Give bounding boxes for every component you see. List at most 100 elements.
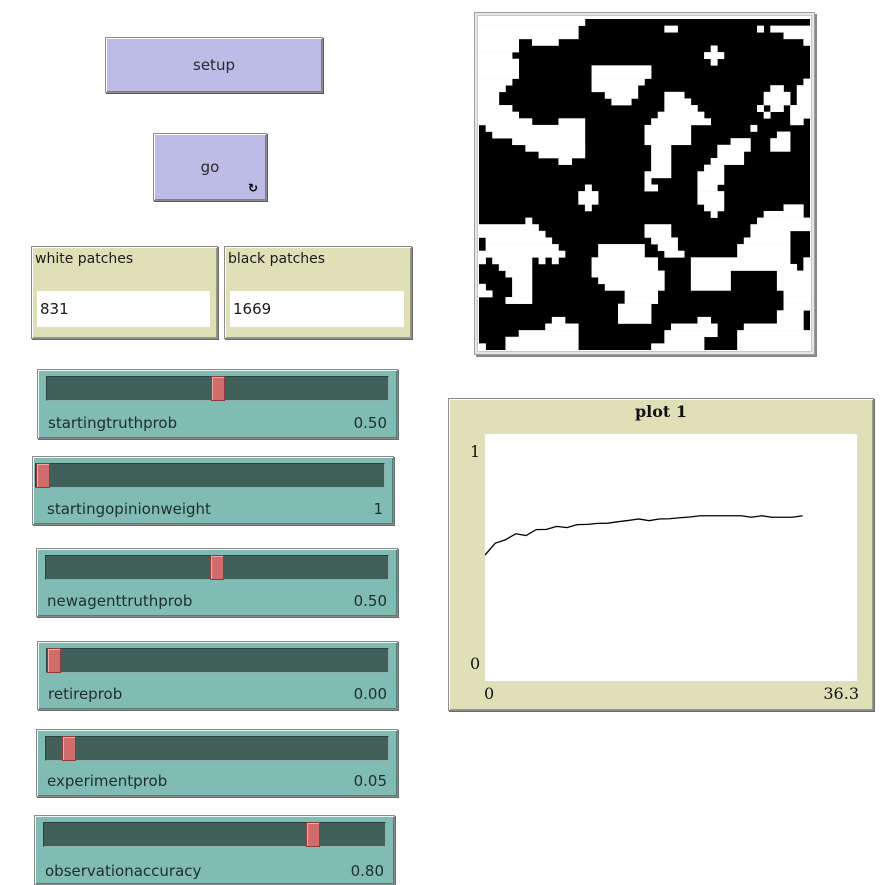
world-view[interactable] — [474, 12, 815, 355]
white-patch-run — [757, 105, 764, 112]
white-patch-run — [479, 284, 486, 291]
slider-newagenttruthprob[interactable]: newagenttruthprob 0.50 — [36, 548, 398, 617]
go-button[interactable]: go ↻ — [153, 133, 267, 201]
white-patch-run — [645, 231, 672, 238]
white-patch-run — [664, 337, 704, 344]
white-patch-run — [479, 231, 546, 238]
slider-track[interactable] — [46, 376, 389, 401]
white-patch-run — [539, 151, 586, 158]
slider-observationaccuracy[interactable]: observationaccuracy 0.80 — [34, 815, 395, 885]
slider-thumb[interactable] — [306, 822, 320, 847]
y-tick-min: 0 — [470, 654, 480, 673]
slider-thumb[interactable] — [210, 555, 224, 580]
white-patch-run — [479, 26, 579, 33]
slider-experimentprob[interactable]: experimentprob 0.05 — [36, 729, 398, 797]
slider-value: 0.50 — [354, 592, 387, 610]
monitor-white-patches: white patches 831 — [31, 246, 218, 339]
white-patch-run — [704, 204, 724, 211]
slider-label: observationaccuracy — [45, 862, 201, 880]
white-patch-run — [645, 72, 652, 79]
white-patch-run — [757, 218, 810, 225]
white-patch-run — [651, 165, 671, 172]
white-patch-run — [750, 125, 757, 132]
monitor-value: 831 — [37, 291, 210, 327]
slider-thumb[interactable] — [47, 648, 61, 673]
monitor-label: black patches — [228, 251, 325, 267]
white-patch-run — [737, 330, 810, 337]
white-patch-run — [651, 158, 671, 165]
white-patch-run — [711, 59, 718, 66]
white-patch-run — [803, 257, 810, 264]
white-patch-run — [764, 92, 791, 99]
slider-thumb[interactable] — [211, 376, 225, 401]
white-patch-run — [651, 343, 704, 350]
white-patch-run — [664, 98, 691, 105]
white-patch-run — [784, 297, 810, 304]
white-patch-run — [697, 198, 724, 205]
white-patch-run — [486, 244, 559, 251]
white-patch-run — [558, 118, 585, 125]
setup-button[interactable]: setup — [105, 37, 323, 93]
white-patch-run — [697, 185, 717, 192]
white-patch-run — [598, 277, 665, 284]
white-patch-run — [770, 26, 810, 33]
forever-loop-icon: ↻ — [248, 182, 258, 194]
white-patch-run — [645, 125, 692, 132]
white-patch-run — [539, 257, 546, 264]
white-patch-run — [744, 237, 791, 244]
white-patch-run — [645, 65, 652, 72]
white-patch-run — [664, 105, 697, 112]
slider-track[interactable] — [45, 555, 389, 580]
white-patch-run — [479, 59, 519, 66]
white-patch-run — [737, 337, 810, 344]
white-patch-run — [611, 98, 631, 105]
white-patch-run — [479, 32, 579, 39]
white-patch-run — [578, 198, 598, 205]
white-patch-run — [479, 98, 499, 105]
white-patch-run — [691, 257, 791, 264]
white-patch-run — [505, 343, 578, 350]
slider-label: retireprob — [48, 685, 122, 703]
white-patch-run — [757, 26, 764, 33]
white-patch-run — [704, 52, 724, 59]
white-patch-run — [750, 224, 810, 231]
slider-track[interactable] — [35, 463, 385, 488]
white-patch-run — [558, 158, 572, 165]
white-patch-run — [512, 277, 532, 284]
white-patch-run — [592, 85, 639, 92]
slider-label: startingopinionweight — [47, 500, 211, 518]
white-patch-run — [737, 343, 810, 350]
slider-track[interactable] — [45, 736, 389, 761]
white-patch-run — [711, 45, 718, 52]
y-tick-max: 1 — [470, 442, 480, 461]
white-patch-run — [651, 118, 711, 125]
white-patch-run — [691, 264, 797, 271]
white-patch-run — [578, 191, 598, 198]
slider-retireprob[interactable]: retireprob 0.00 — [37, 641, 398, 710]
white-patch-run — [697, 171, 724, 178]
white-patch-run — [605, 92, 638, 99]
slider-thumb[interactable] — [62, 736, 76, 761]
white-patch-run — [645, 178, 652, 185]
slider-startingopinionweight[interactable]: startingopinionweight 1 — [32, 456, 394, 525]
white-patch-run — [505, 297, 532, 304]
white-patch-run — [479, 65, 519, 72]
white-patch-run — [697, 191, 724, 198]
white-patch-run — [704, 165, 724, 172]
plot-widget: plot 1 1 0 0 36.3 — [448, 398, 874, 711]
slider-track[interactable] — [46, 648, 389, 673]
setup-button-label: setup — [193, 56, 235, 74]
white-patch-run — [770, 85, 784, 92]
white-patch-run — [645, 132, 692, 139]
white-patch-run — [479, 45, 519, 52]
white-patch-run — [598, 251, 645, 258]
slider-track[interactable] — [43, 822, 386, 847]
white-patch-run — [479, 257, 486, 264]
white-patch-run — [711, 211, 718, 218]
slider-thumb[interactable] — [36, 463, 50, 488]
white-patch-run — [744, 324, 804, 331]
slider-startingtruthprob[interactable]: startingtruthprob 0.50 — [37, 369, 398, 439]
white-patch-run — [492, 132, 585, 139]
white-patch-run — [552, 317, 566, 324]
white-patch-run — [512, 290, 532, 297]
